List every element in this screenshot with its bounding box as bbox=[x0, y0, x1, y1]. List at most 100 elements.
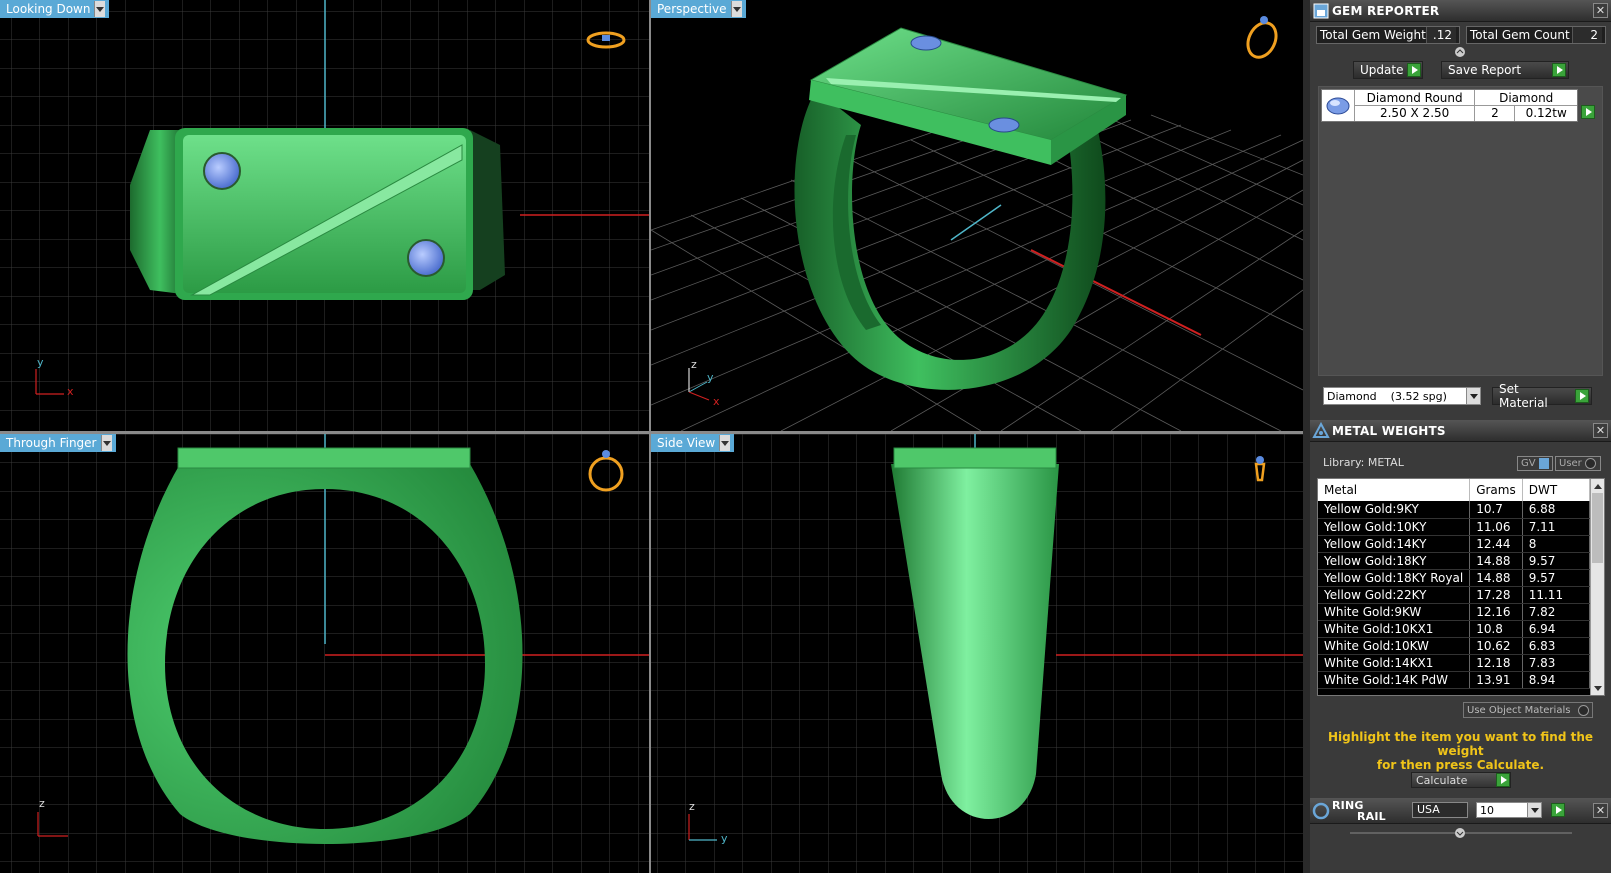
gem-2 bbox=[988, 117, 1020, 133]
collapse-arrow-icon[interactable] bbox=[1454, 46, 1466, 58]
table-row[interactable]: Yellow Gold:18KY 14.88 9.57 bbox=[1318, 552, 1591, 570]
calculate-button[interactable]: Calculate bbox=[1411, 772, 1511, 788]
gem-size: 2.50 X 2.50 bbox=[1379, 106, 1450, 120]
table-row[interactable]: White Gold:10KW 10.62 6.83 bbox=[1318, 637, 1591, 655]
cell-dwt: 6.83 bbox=[1522, 637, 1591, 655]
gem-2 bbox=[407, 239, 445, 277]
gem-material-select[interactable]: Diamond (3.52 spg) bbox=[1323, 387, 1481, 405]
viewport-label-through-finger[interactable]: Through Finger bbox=[0, 434, 116, 452]
table-row[interactable]: White Gold:14KX1 12.18 7.83 bbox=[1318, 654, 1591, 672]
close-icon[interactable]: ✕ bbox=[1593, 423, 1608, 438]
right-panel: GEM REPORTER ✕ Total Gem Weight .12 Tota… bbox=[1310, 0, 1611, 873]
cell-metal: Yellow Gold:9KY bbox=[1318, 501, 1471, 519]
cell-metal: Yellow Gold:22KY bbox=[1318, 586, 1471, 604]
total-gem-count-label: Total Gem Count bbox=[1470, 28, 1570, 42]
gem-weight: 0.12tw bbox=[1525, 106, 1567, 120]
cell-dwt: 7.82 bbox=[1522, 603, 1591, 621]
scroll-down-icon[interactable] bbox=[1591, 681, 1604, 695]
through-finger-canvas[interactable] bbox=[0, 434, 649, 873]
gem-shape: Diamond Round bbox=[1354, 90, 1475, 106]
hint-line-2: for then press Calculate. bbox=[1376, 758, 1545, 772]
metal-weights-section: METAL WEIGHTS ✕ Library: METAL GV User M… bbox=[1310, 420, 1611, 798]
total-gem-weight-label: Total Gem Weight bbox=[1320, 28, 1426, 42]
total-gem-weight-field: Total Gem Weight .12 bbox=[1316, 26, 1460, 44]
viewport-label-perspective[interactable]: Perspective bbox=[651, 0, 746, 18]
viewport-divider-vertical[interactable] bbox=[649, 0, 651, 873]
cell-metal: White Gold:9KW bbox=[1318, 603, 1471, 621]
scroll-thumb[interactable] bbox=[1592, 493, 1603, 563]
viewport-divider-horizontal[interactable] bbox=[0, 431, 1303, 434]
table-row[interactable]: Yellow Gold:18KY Royal 14.88 9.57 bbox=[1318, 569, 1591, 587]
column-header-grams[interactable]: Grams bbox=[1469, 479, 1523, 501]
ring-rail-header: RING RAIL USA 10 ✕ bbox=[1310, 798, 1611, 824]
ring-rail-icon bbox=[1310, 800, 1332, 822]
cell-metal: Yellow Gold:18KY Royal bbox=[1318, 569, 1471, 587]
user-radio bbox=[1584, 458, 1596, 469]
viewport-label-text: Side View bbox=[657, 436, 716, 450]
chevron-down-icon[interactable] bbox=[719, 435, 731, 451]
table-row[interactable]: Yellow Gold:10KY 11.06 7.11 bbox=[1318, 518, 1591, 536]
axis-x-label: x bbox=[67, 385, 74, 398]
metal-table-container[interactable]: Metal Grams DWT Yellow Gold:9KY 10.7 6.88 Y… bbox=[1317, 478, 1605, 696]
viewport-label-looking-down[interactable]: Looking Down bbox=[0, 0, 110, 18]
panel-splitter[interactable] bbox=[1303, 0, 1310, 873]
cell-dwt: 9.57 bbox=[1522, 569, 1591, 587]
gem-list[interactable]: Diamond Round 2.50 X 2.50 Diamond 2 0.12… bbox=[1318, 86, 1603, 376]
ring-size-select[interactable]: 10 bbox=[1476, 802, 1542, 818]
column-header-metal[interactable]: Metal bbox=[1318, 479, 1471, 501]
ring-rail-slider[interactable] bbox=[1310, 826, 1611, 840]
user-toggle[interactable]: User bbox=[1555, 456, 1601, 471]
close-icon[interactable]: ✕ bbox=[1593, 3, 1608, 18]
viewport-perspective[interactable]: z y x Perspective bbox=[651, 0, 1303, 431]
ring-rail-play-icon[interactable] bbox=[1551, 803, 1565, 817]
cell-grams: 10.7 bbox=[1469, 501, 1523, 519]
table-row[interactable]: White Gold:14K PdW 13.91 8.94 bbox=[1318, 671, 1591, 689]
gem-row-play-icon[interactable] bbox=[1581, 105, 1595, 119]
chevron-down-icon bbox=[1466, 388, 1480, 404]
perspective-canvas[interactable] bbox=[651, 0, 1303, 431]
calculate-hint: Highlight the item you want to find the … bbox=[1318, 730, 1603, 772]
ring-rail-section: RING RAIL USA 10 ✕ bbox=[1310, 798, 1611, 873]
table-row[interactable]: Yellow Gold:14KY 12.44 8 bbox=[1318, 535, 1591, 553]
cell-grams: 14.88 bbox=[1469, 569, 1523, 587]
table-row[interactable]: White Gold:9KW 12.16 7.82 bbox=[1318, 603, 1591, 621]
table-row[interactable]: Yellow Gold:22KY 17.28 11.11 bbox=[1318, 586, 1591, 604]
metal-weights-icon bbox=[1310, 420, 1332, 442]
viewport-side-view[interactable]: z y Side View bbox=[651, 434, 1303, 873]
viewport-label-side-view[interactable]: Side View bbox=[651, 434, 735, 452]
metal-table-scrollbar[interactable] bbox=[1590, 479, 1604, 695]
cell-grams: 12.18 bbox=[1469, 654, 1523, 672]
user-label: User bbox=[1559, 458, 1582, 469]
use-object-materials-toggle[interactable]: Use Object Materials bbox=[1463, 702, 1593, 718]
cell-dwt: 9.57 bbox=[1522, 552, 1591, 570]
chevron-down-icon[interactable] bbox=[730, 1, 742, 17]
cell-grams: 10.62 bbox=[1469, 637, 1523, 655]
chevron-down-icon[interactable] bbox=[94, 1, 106, 17]
column-header-dwt[interactable]: DWT bbox=[1522, 479, 1591, 501]
axis-z-label: z bbox=[39, 797, 45, 810]
axis-y-label: y bbox=[707, 371, 714, 384]
total-gem-count-value: 2 bbox=[1572, 27, 1602, 43]
scroll-up-icon[interactable] bbox=[1591, 479, 1604, 493]
viewport-looking-down[interactable]: y x Looking Down bbox=[0, 0, 649, 431]
side-view-canvas[interactable] bbox=[651, 434, 1303, 873]
gv-toggle[interactable]: GV bbox=[1517, 456, 1553, 471]
set-material-button[interactable]: Set Material bbox=[1492, 382, 1592, 410]
close-icon[interactable]: ✕ bbox=[1593, 803, 1608, 818]
viewport-label-text: Through Finger bbox=[6, 436, 97, 450]
viewport-through-finger[interactable]: z Through Finger bbox=[0, 434, 649, 873]
table-row[interactable]: White Gold:10KX1 10.8 6.94 bbox=[1318, 620, 1591, 638]
save-report-button[interactable]: Save Report bbox=[1441, 61, 1569, 79]
gem-1 bbox=[203, 152, 241, 190]
table-row[interactable]: Yellow Gold:9KY 10.7 6.88 bbox=[1318, 501, 1591, 519]
axis-z-label: z bbox=[691, 358, 697, 371]
cell-metal: White Gold:14K PdW bbox=[1318, 671, 1471, 689]
gv-label: GV bbox=[1521, 458, 1536, 469]
cell-grams: 10.8 bbox=[1469, 620, 1523, 638]
ring-standard-field[interactable]: USA bbox=[1412, 802, 1468, 818]
looking-down-canvas[interactable] bbox=[0, 0, 649, 431]
library-label: Library: METAL bbox=[1323, 456, 1404, 469]
update-button[interactable]: Update bbox=[1353, 61, 1423, 79]
chevron-down-icon[interactable] bbox=[100, 435, 112, 451]
gem-list-item[interactable]: Diamond Round 2.50 X 2.50 Diamond 2 0.12… bbox=[1321, 89, 1578, 122]
